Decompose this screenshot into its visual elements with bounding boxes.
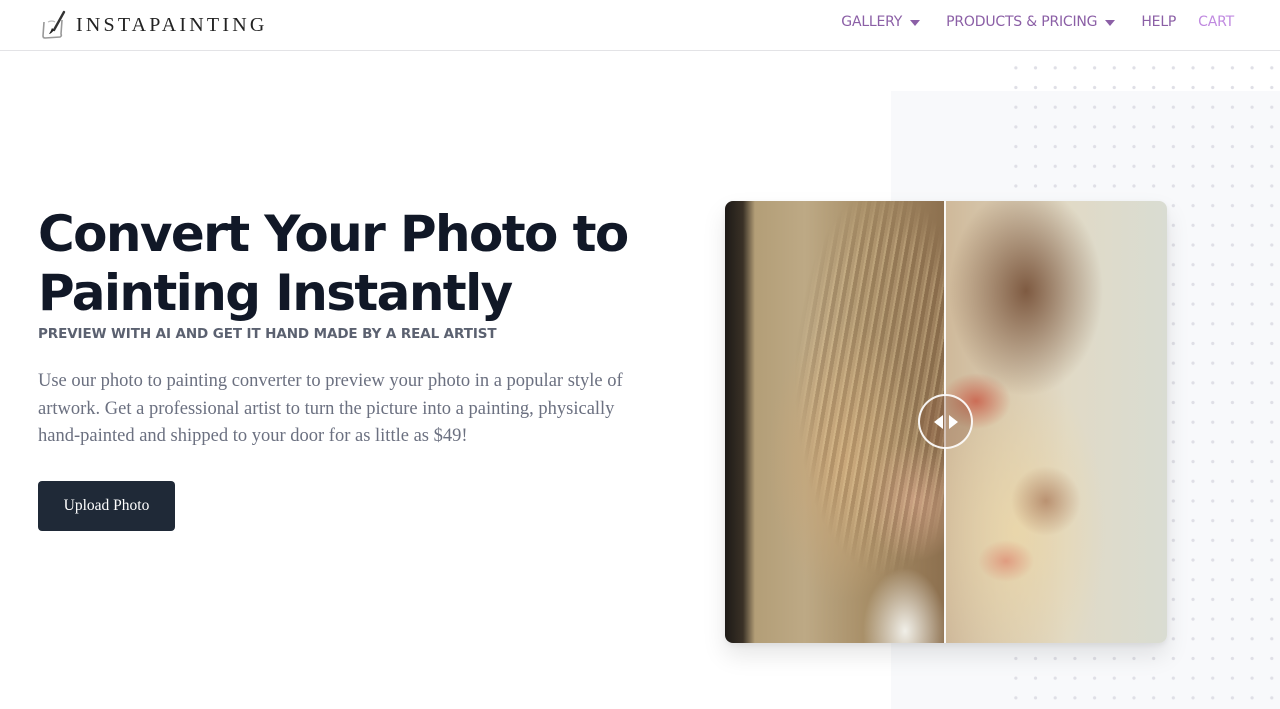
nav-products-pricing-label: PRODUCTS & PRICING [946,14,1098,30]
chevron-down-icon [910,20,921,26]
arrow-right-icon [948,414,958,429]
paintbrush-canvas-icon [42,10,66,39]
comparison-slider-handle[interactable] [918,394,973,449]
hero-description: Use our photo to painting converter to p… [38,371,623,446]
upload-photo-button[interactable]: Upload Photo [38,481,175,531]
hero-title: Convert Your Photo to Painting Instantly [38,205,629,322]
hero-subtitle: PREVIEW WITH AI AND GET IT HAND MADE BY … [38,326,497,342]
painting-preview: Painting preview [946,201,1167,643]
logo[interactable]: INSTAPAINTING [40,10,267,40]
main-nav: GALLERY PRODUCTS & PRICING HELP CART [815,14,1234,30]
nav-gallery[interactable]: GALLERY [841,14,921,30]
nav-products-pricing[interactable]: PRODUCTS & PRICING [946,14,1116,30]
logo-text: INSTAPAINTING [76,13,268,36]
nav-help-label: HELP [1141,14,1177,30]
nav-gallery-label: GALLERY [841,14,903,30]
site-header: INSTAPAINTING GALLERY PRODUCTS & PRICING… [0,0,1280,51]
painting-preview-label: Painting preview [946,201,947,202]
arrow-left-icon [933,414,943,429]
original-photo: Original photo [725,201,946,643]
nav-cart-label: CART [1198,14,1234,30]
nav-cart[interactable]: CART [1198,14,1234,30]
chevron-down-icon [1105,20,1116,26]
before-after-comparison[interactable]: Original photo Painting preview [725,201,1167,643]
nav-help[interactable]: HELP [1141,14,1176,30]
original-photo-label: Original photo [725,201,726,202]
